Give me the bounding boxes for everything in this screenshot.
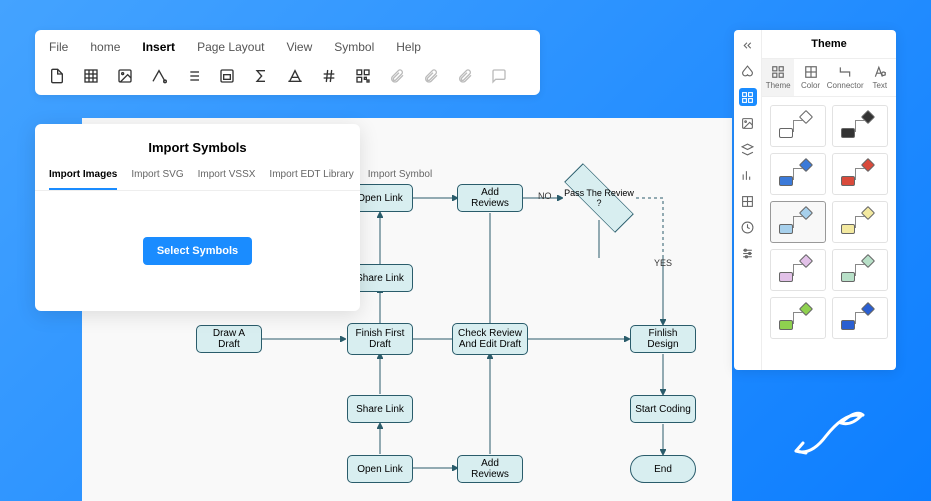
main-menu: File home Insert Page Layout View Symbol… (45, 30, 530, 62)
data-icon[interactable] (739, 192, 757, 210)
list-icon[interactable] (183, 66, 203, 86)
panel-sidebar (734, 30, 762, 370)
theme-thumb-8[interactable] (770, 297, 826, 339)
tab-import-edt[interactable]: Import EDT Library (269, 169, 353, 190)
layers-icon[interactable] (739, 140, 757, 158)
theme-thumb-7[interactable] (832, 249, 888, 291)
menu-help[interactable]: Help (396, 40, 421, 54)
label-no: NO (538, 191, 552, 201)
vector-icon[interactable] (149, 66, 169, 86)
theme-thumb-6[interactable] (770, 249, 826, 291)
grid-icon[interactable] (739, 88, 757, 106)
formula-icon[interactable] (251, 66, 271, 86)
theme-thumb-3[interactable] (832, 153, 888, 195)
theme-panel: Theme Theme Color Connector Text (734, 30, 896, 370)
menu-insert[interactable]: Insert (142, 40, 175, 54)
dialog-body: Select Symbols (35, 191, 360, 311)
flourish-icon (791, 401, 871, 461)
panel-main: Theme Theme Color Connector Text (762, 30, 896, 370)
node-open-link-2[interactable]: Open Link (347, 455, 413, 483)
theme-thumb-2[interactable] (770, 153, 826, 195)
toolbar (45, 62, 530, 90)
node-check-review[interactable]: Check Review And Edit Draft (452, 323, 528, 355)
table-icon[interactable] (81, 66, 101, 86)
tab-import-svg[interactable]: Import SVG (131, 169, 183, 190)
node-share-link-2[interactable]: Share Link (347, 395, 413, 423)
node-finish-first-draft[interactable]: Finish First Draft (347, 323, 413, 355)
image-icon[interactable] (115, 66, 135, 86)
history-icon[interactable] (739, 218, 757, 236)
node-end[interactable]: End (630, 455, 696, 483)
node-add-reviews-2[interactable]: Add Reviews (457, 455, 523, 483)
theme-thumb-9[interactable] (832, 297, 888, 339)
theme-thumb-1[interactable] (832, 105, 888, 147)
tab-import-symbol[interactable]: Import Symbol (368, 169, 432, 190)
panel-tab-theme[interactable]: Theme (762, 59, 794, 96)
panel-tab-color[interactable]: Color (794, 59, 826, 96)
panel-tab-connector[interactable]: Connector (827, 59, 864, 96)
page-icon[interactable] (47, 66, 67, 86)
panel-tabs: Theme Color Connector Text (762, 59, 896, 97)
node-add-reviews-1[interactable]: Add Reviews (457, 184, 523, 212)
select-symbols-button[interactable]: Select Symbols (143, 237, 252, 265)
attach-2-icon[interactable] (421, 66, 441, 86)
node-pass-review[interactable]: Pass The Review ? (563, 176, 635, 220)
qr-icon[interactable] (353, 66, 373, 86)
theme-thumb-0[interactable] (770, 105, 826, 147)
menubar: File home Insert Page Layout View Symbol… (35, 30, 540, 95)
theme-thumb-4[interactable] (770, 201, 826, 243)
menu-file[interactable]: File (49, 40, 68, 54)
settings-icon[interactable] (739, 244, 757, 262)
hash-icon[interactable] (319, 66, 339, 86)
panel-title: Theme (762, 30, 896, 59)
tab-import-vssx[interactable]: Import VSSX (198, 169, 256, 190)
node-start-coding[interactable]: Start Coding (630, 395, 696, 423)
tab-import-images[interactable]: Import Images (49, 169, 117, 190)
panel-tab-text[interactable]: Text (864, 59, 896, 96)
menu-home[interactable]: home (90, 40, 120, 54)
label-yes: YES (654, 258, 672, 268)
chart-icon[interactable] (739, 166, 757, 184)
dialog-title: Import Symbols (35, 124, 360, 169)
node-finish-design[interactable]: Finlish Design (630, 325, 696, 353)
attach-3-icon[interactable] (455, 66, 475, 86)
picture-icon[interactable] (739, 114, 757, 132)
node-draw-draft[interactable]: Draw A Draft (196, 325, 262, 353)
menu-symbol[interactable]: Symbol (334, 40, 374, 54)
theme-thumb-5[interactable] (832, 201, 888, 243)
theme-thumbs (762, 97, 896, 347)
dialog-tabs: Import Images Import SVG Import VSSX Imp… (35, 169, 360, 191)
container-icon[interactable] (217, 66, 237, 86)
style-icon[interactable] (739, 62, 757, 80)
menu-page-layout[interactable]: Page Layout (197, 40, 264, 54)
attach-1-icon[interactable] (387, 66, 407, 86)
collapse-icon[interactable] (739, 36, 757, 54)
font-icon[interactable] (285, 66, 305, 86)
comment-icon[interactable] (489, 66, 509, 86)
import-dialog: Import Symbols Import Images Import SVG … (35, 124, 360, 311)
menu-view[interactable]: View (286, 40, 312, 54)
